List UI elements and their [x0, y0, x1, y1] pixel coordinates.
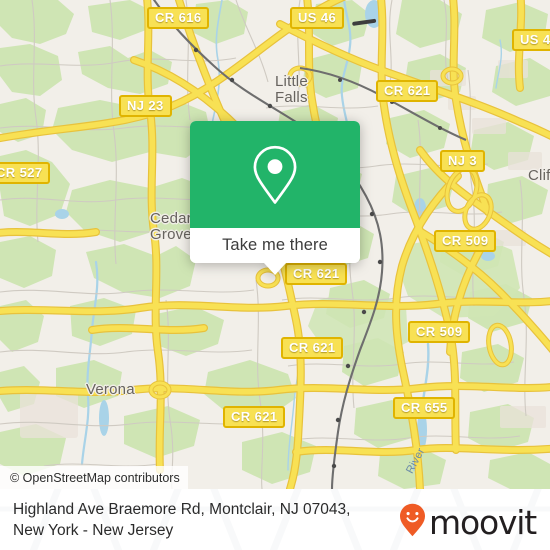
shield-us-46-1[interactable]: US 46 [290, 7, 345, 29]
moovit-map-screen: CR 616 US 46 US 46 NJ 23 CR 621 NJ 3 CR … [0, 0, 550, 550]
footer-bar: Highland Ave Braemore Rd, Montclair, NJ … [0, 489, 550, 550]
shield-cr-509-1[interactable]: CR 509 [434, 230, 497, 252]
shield-cr-509-2[interactable]: CR 509 [408, 321, 471, 343]
map-canvas[interactable]: CR 616 US 46 US 46 NJ 23 CR 621 NJ 3 CR … [0, 0, 550, 489]
shield-cr-655[interactable]: CR 655 [393, 397, 456, 419]
address-line-1: Highland Ave Braemore Rd, Montclair, NJ … [13, 501, 351, 518]
popup-pointer [264, 263, 286, 275]
shield-nj-23[interactable]: NJ 23 [119, 95, 172, 117]
address-line-2: New York - New Jersey [13, 522, 174, 539]
shield-nj-3[interactable]: NJ 3 [440, 150, 486, 172]
shield-us-46-2[interactable]: US 46 [512, 29, 550, 51]
osm-attribution[interactable]: © OpenStreetMap contributors [0, 466, 188, 489]
location-popup-card[interactable]: Take me there [190, 121, 360, 275]
take-me-there-button[interactable]: Take me there [190, 228, 360, 263]
shield-cr-527[interactable]: CR 527 [0, 162, 51, 184]
moovit-wordmark: moovit [429, 503, 537, 542]
shield-cr-621-2[interactable]: CR 621 [285, 263, 348, 285]
shield-cr-616[interactable]: CR 616 [147, 7, 210, 29]
popup-hero [190, 121, 360, 228]
shield-cr-621-1[interactable]: CR 621 [376, 80, 439, 102]
map-pin-icon [251, 144, 299, 206]
moovit-logo[interactable]: moovit [399, 503, 537, 542]
shield-cr-621-4[interactable]: CR 621 [223, 406, 286, 428]
location-address: Highland Ave Braemore Rd, Montclair, NJ … [13, 499, 398, 541]
shield-cr-621-3[interactable]: CR 621 [281, 337, 344, 359]
moovit-pin-icon [399, 503, 426, 542]
